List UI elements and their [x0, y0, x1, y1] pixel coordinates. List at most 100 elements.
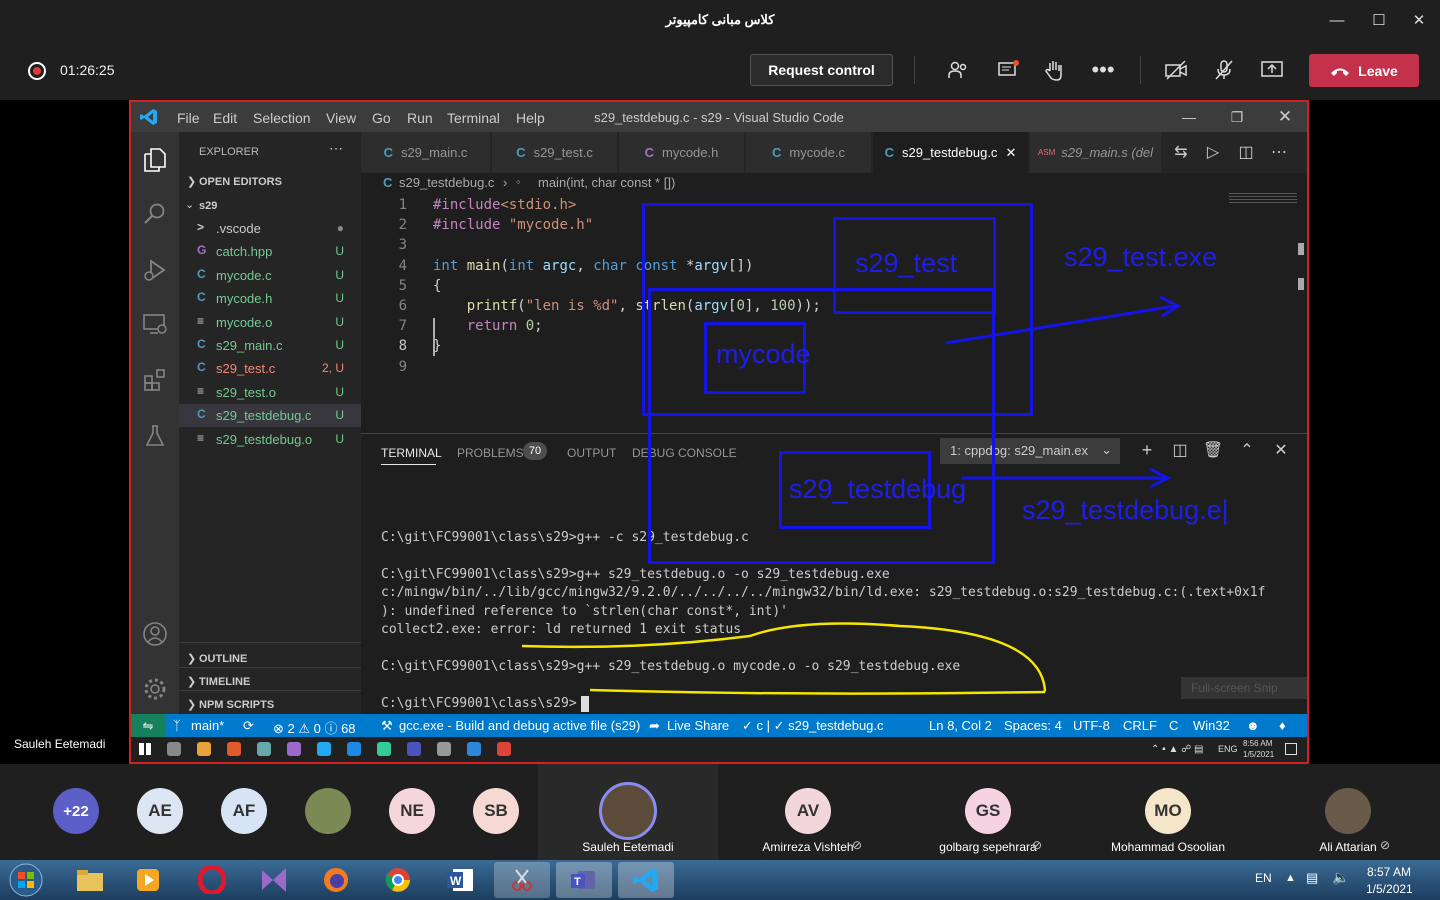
teams-icon[interactable]: T: [556, 862, 612, 898]
folder-s29[interactable]: s29: [199, 200, 217, 212]
vscode-icon[interactable]: [347, 742, 361, 756]
tab-s29-main-c[interactable]: Cs29_main.c: [361, 132, 491, 173]
tab-mycode-c[interactable]: Cmycode.c: [746, 132, 872, 173]
run-debug-icon[interactable]: [131, 246, 179, 294]
scrollbar-thumb[interactable]: [1298, 243, 1304, 255]
camera-off-icon[interactable]: [1158, 54, 1194, 86]
vscode-minimize-icon[interactable]: —: [1169, 102, 1209, 132]
tab-mycode-h[interactable]: Cmycode.h: [619, 132, 745, 173]
new-terminal-icon[interactable]: +: [1136, 439, 1158, 461]
tab-terminal[interactable]: TERMINAL: [381, 446, 442, 460]
file-item[interactable]: ≡ s29_test.o U: [179, 381, 361, 404]
tab-problems[interactable]: PROBLEMS: [457, 446, 524, 460]
build-task-status[interactable]: gcc.exe - Build and debug active file (s…: [399, 718, 640, 733]
kill-terminal-icon[interactable]: 🗑: [1202, 439, 1224, 461]
snip-icon[interactable]: [287, 742, 301, 756]
maximize-panel-icon[interactable]: ⌃: [1236, 439, 1258, 461]
compare-icon[interactable]: ⇆: [1169, 140, 1193, 164]
cursor-position[interactable]: Ln 8, Col 2: [929, 718, 992, 733]
firefox-icon[interactable]: [308, 862, 364, 898]
file-item[interactable]: Cs29_test.c 2, U: [179, 357, 361, 380]
network-icon[interactable]: ▤: [1306, 870, 1318, 886]
start-orb-icon[interactable]: [4, 862, 48, 898]
task-view-icon[interactable]: [167, 742, 181, 756]
editor-more-icon[interactable]: ⋯: [1267, 140, 1291, 164]
close-icon[interactable]: ✕: [1396, 0, 1440, 40]
split-terminal-icon[interactable]: ◫: [1169, 439, 1191, 461]
terminal-icon[interactable]: [467, 742, 481, 756]
more-options-icon[interactable]: •••: [1085, 54, 1121, 86]
menu-file[interactable]: File: [177, 110, 200, 126]
platform[interactable]: Win32: [1193, 718, 1230, 733]
file-item[interactable]: Gcatch.hpp U: [179, 240, 361, 263]
tab-debug-console[interactable]: DEBUG CONSOLE: [632, 446, 737, 460]
windows-start-icon[interactable]: [139, 743, 151, 755]
file-item[interactable]: Cmycode.h U: [179, 287, 361, 310]
snipping-tool-icon[interactable]: [494, 862, 550, 898]
edge-icon[interactable]: [377, 742, 391, 756]
remote-explorer-icon[interactable]: [131, 300, 179, 348]
os-clock-time[interactable]: 8:57 AM: [1367, 865, 1411, 879]
settings-gear-icon[interactable]: [131, 665, 179, 713]
speaker-avatar[interactable]: GS: [965, 788, 1011, 834]
breadcrumb-file[interactable]: s29_testdebug.c: [399, 175, 494, 190]
speaker-avatar[interactable]: AV: [785, 788, 831, 834]
timeline-section[interactable]: TIMELINE: [199, 676, 250, 688]
menu-run[interactable]: Run: [407, 110, 433, 126]
code-editor[interactable]: 1 2 3 4 5 6 7 8 9 #include<stdio.h> #include "my…: [361, 193, 1307, 433]
participants-icon[interactable]: [940, 54, 976, 86]
breadcrumb-symbol[interactable]: main(int, char const * []): [538, 175, 675, 190]
menu-terminal[interactable]: Terminal: [447, 110, 500, 126]
chrome-icon[interactable]: [197, 742, 211, 756]
file-item[interactable]: Cmycode.c U: [179, 264, 361, 287]
speaker-avatar[interactable]: [599, 782, 657, 840]
language-mode[interactable]: C: [1169, 718, 1178, 733]
os-clock-date[interactable]: 1/5/2021: [1366, 882, 1413, 896]
speaker-avatar[interactable]: [1325, 788, 1371, 834]
menu-edit[interactable]: Edit: [213, 110, 237, 126]
terminal-select[interactable]: 1: cppdbg: s29_main.ex ⌄: [940, 438, 1120, 464]
npm-scripts-section[interactable]: NPM SCRIPTS: [199, 699, 274, 711]
vscode-close-icon[interactable]: ✕: [1265, 102, 1305, 132]
chat-icon[interactable]: [990, 54, 1026, 86]
menu-help[interactable]: Help: [516, 110, 545, 126]
close-panel-icon[interactable]: ✕: [1270, 439, 1292, 461]
file-item[interactable]: Cs29_testdebug.c U: [179, 404, 361, 428]
extensions-icon[interactable]: [131, 356, 179, 404]
menu-go[interactable]: Go: [372, 110, 391, 126]
file-explorer-icon[interactable]: [62, 862, 118, 898]
testing-icon[interactable]: [131, 412, 179, 460]
sheets-icon[interactable]: [407, 742, 421, 756]
tab-s29-test-c[interactable]: Cs29_test.c: [492, 132, 618, 173]
file-item[interactable]: > .vscode ●: [179, 217, 361, 240]
show-hidden-icons[interactable]: ▲: [1285, 872, 1296, 884]
teams-icon[interactable]: [437, 742, 451, 756]
search-icon[interactable]: [131, 190, 179, 238]
minimap[interactable]: [1229, 193, 1297, 203]
volume-icon[interactable]: 🔈: [1332, 869, 1349, 886]
tab-close-icon[interactable]: ✕: [1005, 145, 1016, 161]
outline-section[interactable]: OUTLINE: [199, 653, 247, 665]
indentation[interactable]: Spaces: 4: [1004, 718, 1062, 733]
line-endings[interactable]: CRLF: [1123, 718, 1157, 733]
feedback-icon[interactable]: ☻: [1246, 718, 1260, 733]
file-item[interactable]: ≡ s29_testdebug.o U: [179, 428, 361, 451]
menu-view[interactable]: View: [326, 110, 356, 126]
split-editor-icon[interactable]: ◫: [1234, 140, 1258, 164]
encoding[interactable]: UTF-8: [1073, 718, 1110, 733]
sync-icon[interactable]: ⟳: [243, 718, 254, 734]
run-icon[interactable]: ▷: [1201, 140, 1225, 164]
tab-s29-testdebug-c[interactable]: Cs29_testdebug.c ✕: [873, 132, 1029, 173]
open-editors-section[interactable]: OPEN EDITORS: [199, 176, 282, 188]
problems-status[interactable]: ⊗ 2 ⚠ 0 ⓘ 68: [273, 718, 356, 737]
terminal-output[interactable]: C:\git\FC99001\class\s29>g++ -c s29_test…: [361, 530, 1307, 715]
minimize-icon[interactable]: —: [1314, 0, 1360, 40]
raise-hand-icon[interactable]: [1036, 54, 1072, 86]
accounts-icon[interactable]: [131, 610, 179, 658]
tab-s29-main-s[interactable]: ASM s29_main.s (del: [1030, 132, 1162, 173]
ubuntu-icon[interactable]: [257, 742, 271, 756]
visual-studio-icon[interactable]: [246, 862, 302, 898]
mic-off-icon[interactable]: [1206, 54, 1242, 86]
media-player-icon[interactable]: [120, 862, 176, 898]
menu-selection[interactable]: Selection: [253, 110, 311, 126]
